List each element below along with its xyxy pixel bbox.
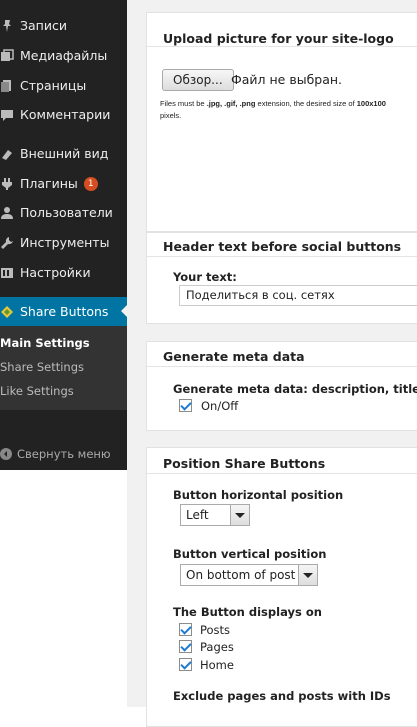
horizontal-position-label: Button horizontal position bbox=[173, 488, 344, 502]
position-box: Position Share Buttons Button horizontal… bbox=[146, 447, 417, 727]
your-text-label: Your text: bbox=[173, 270, 237, 284]
collapse-menu-label: Свернуть меню bbox=[17, 447, 111, 461]
vertical-position-select[interactable]: On bottom of post bbox=[180, 564, 318, 586]
sidebar-item-users[interactable]: Пользователи bbox=[0, 198, 127, 227]
appearance-icon bbox=[0, 147, 14, 161]
tools-icon bbox=[0, 236, 14, 250]
file-status-text: Файл не выбран. bbox=[231, 72, 343, 87]
submenu-item-main-settings[interactable]: Main Settings bbox=[0, 332, 90, 354]
sidebar-item-media[interactable]: Медиафайлы bbox=[0, 41, 127, 70]
box-divider bbox=[147, 46, 417, 47]
sidebar-item-appearance[interactable]: Внешний вид bbox=[0, 139, 127, 168]
settings-content: Upload picture for your site-logo Обзор.… bbox=[127, 0, 417, 727]
chevron-down-icon bbox=[230, 505, 249, 525]
header-text-box: Header text before social buttons Your t… bbox=[146, 232, 417, 324]
logo-upload-box: Upload picture for your site-logo Обзор.… bbox=[146, 12, 417, 232]
sidebar-item-label: Страницы bbox=[20, 78, 87, 93]
exclude-ids-label: Exclude pages and posts with IDs bbox=[173, 689, 391, 703]
browse-file-button[interactable]: Обзор... bbox=[162, 69, 234, 91]
displays-posts-checkbox[interactable] bbox=[179, 623, 192, 636]
vertical-position-value: On bottom of post bbox=[186, 568, 296, 582]
logo-upload-title: Upload picture for your site-logo bbox=[163, 31, 394, 46]
your-text-input[interactable]: Поделиться в соц. сетях bbox=[179, 285, 417, 306]
vertical-position-label: Button vertical position bbox=[173, 547, 327, 561]
box-divider bbox=[147, 366, 417, 367]
horizontal-position-value: Left bbox=[186, 508, 209, 522]
position-title: Position Share Buttons bbox=[163, 456, 326, 471]
pages-icon bbox=[0, 79, 14, 93]
sidebar-item-label: Share Buttons bbox=[20, 304, 109, 319]
share-icon bbox=[0, 305, 14, 319]
plugin-icon bbox=[0, 177, 14, 191]
displays-home-checkbox[interactable] bbox=[179, 658, 192, 671]
share-buttons-submenu: Main Settings Share Settings Like Settin… bbox=[0, 326, 127, 410]
meta-data-checkbox[interactable] bbox=[179, 399, 192, 412]
upload-hint: Files must be .jpg, .gif, .png extension… bbox=[160, 99, 386, 120]
submenu-item-share-settings[interactable]: Share Settings bbox=[0, 356, 84, 378]
sidebar-item-label: Комментарии bbox=[20, 107, 111, 122]
sidebar-item-label: Плагины bbox=[20, 176, 78, 191]
sidebar-item-label: Внешний вид bbox=[20, 146, 109, 161]
sidebar-item-label: Записи bbox=[20, 18, 67, 33]
sidebar-item-share-buttons[interactable]: Share Buttons bbox=[0, 297, 127, 326]
submenu-item-like-settings[interactable]: Like Settings bbox=[0, 380, 74, 402]
displays-on-label: The Button displays on bbox=[173, 605, 322, 619]
plugin-update-badge: 1 bbox=[83, 176, 98, 191]
horizontal-position-select[interactable]: Left bbox=[180, 504, 250, 526]
box-divider bbox=[147, 256, 417, 257]
sidebar-item-settings[interactable]: Настройки bbox=[0, 258, 127, 287]
meta-data-field-label: Generate meta data: description, title: bbox=[173, 382, 417, 396]
collapse-arrow-icon bbox=[0, 448, 12, 460]
sidebar-item-posts[interactable]: Записи bbox=[0, 11, 127, 40]
sidebar-item-label: Инструменты bbox=[20, 235, 110, 250]
chevron-down-icon bbox=[298, 565, 317, 585]
users-icon bbox=[0, 206, 14, 220]
meta-data-box: Generate meta data Generate meta data: d… bbox=[146, 341, 417, 431]
collapse-menu-button[interactable]: Свернуть меню bbox=[0, 444, 111, 464]
sidebar-item-label: Настройки bbox=[20, 265, 91, 280]
header-text-title: Header text before social buttons bbox=[163, 239, 402, 254]
media-icon bbox=[0, 48, 14, 63]
meta-data-title: Generate meta data bbox=[163, 349, 305, 364]
box-divider bbox=[147, 473, 417, 474]
sidebar-item-plugins[interactable]: Плагины 1 bbox=[0, 169, 127, 198]
settings-icon bbox=[0, 266, 14, 280]
sidebar-item-comments[interactable]: Комментарии bbox=[0, 100, 127, 129]
sidebar-item-pages[interactable]: Страницы bbox=[0, 71, 127, 100]
sidebar-item-label: Медиафайлы bbox=[20, 48, 108, 63]
displays-pages-checkbox[interactable] bbox=[179, 640, 192, 653]
sidebar-item-tools[interactable]: Инструменты bbox=[0, 228, 127, 257]
sidebar-item-label: Пользователи bbox=[20, 205, 113, 220]
admin-sidebar: Записи Медиафайлы Страницы Комментарии В… bbox=[0, 0, 127, 470]
pin-icon bbox=[0, 19, 14, 33]
displays-home-label: Home bbox=[200, 658, 234, 672]
displays-pages-label: Pages bbox=[200, 640, 234, 654]
comment-icon bbox=[0, 108, 14, 122]
displays-posts-label: Posts bbox=[200, 623, 231, 637]
meta-data-checkbox-label: On/Off bbox=[201, 399, 239, 413]
